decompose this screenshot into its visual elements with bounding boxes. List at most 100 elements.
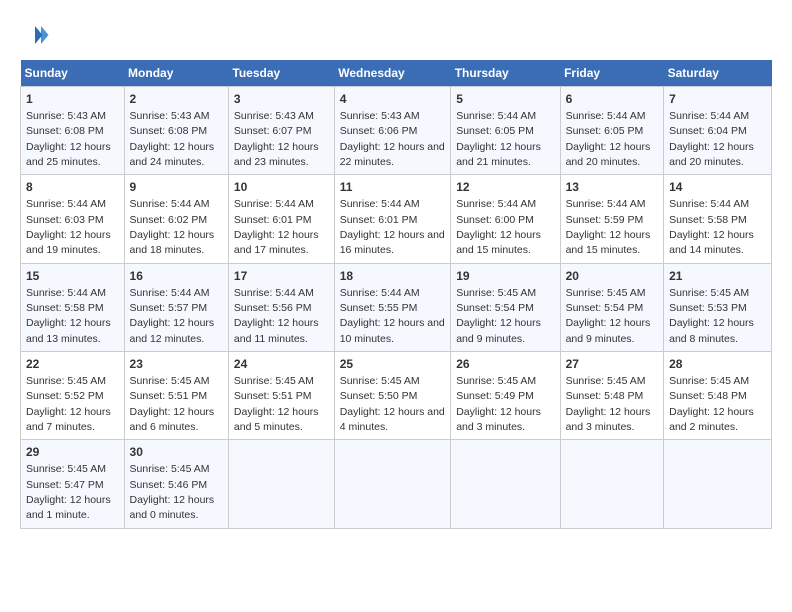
calendar-cell: 25Sunrise: 5:45 AMSunset: 5:50 PMDayligh…: [334, 352, 451, 440]
week-row-5: 29Sunrise: 5:45 AMSunset: 5:47 PMDayligh…: [21, 440, 772, 528]
calendar-cell: [560, 440, 664, 528]
cell-content: Sunrise: 5:45 AMSunset: 5:51 PMDaylight:…: [234, 375, 319, 433]
calendar-cell: 22 Sunrise: 5:45 AMSunset: 5:52 PMDayligh…: [21, 352, 125, 440]
column-header-saturday: Saturday: [664, 60, 772, 87]
calendar-cell: 27 Sunrise: 5:45 AMSunset: 5:48 PMDayligh…: [560, 352, 664, 440]
calendar-cell: 3Sunrise: 5:43 AMSunset: 6:07 PMDaylight…: [228, 87, 334, 175]
column-header-tuesday: Tuesday: [228, 60, 334, 87]
cell-content: Sunrise: 5:44 AMSunset: 6:04 PMDaylight:…: [669, 110, 754, 168]
logo-icon: [20, 20, 50, 50]
cell-content: Sunrise: 5:45 AMSunset: 5:52 PMDaylight:…: [26, 375, 111, 433]
logo: [20, 20, 54, 50]
day-number: 2: [130, 91, 223, 108]
cell-content: Sunrise: 5:44 AMSunset: 5:56 PMDaylight:…: [234, 287, 319, 345]
day-number: 1: [26, 91, 119, 108]
day-number: 19: [456, 268, 554, 285]
column-header-friday: Friday: [560, 60, 664, 87]
calendar-cell: 16 Sunrise: 5:44 AMSunset: 5:57 PMDayligh…: [124, 263, 228, 351]
day-number: 26: [456, 356, 554, 373]
cell-content: Sunrise: 5:45 AMSunset: 5:49 PMDaylight:…: [456, 375, 541, 433]
calendar-cell: 20 Sunrise: 5:45 AMSunset: 5:54 PMDayligh…: [560, 263, 664, 351]
calendar-table: SundayMondayTuesdayWednesdayThursdayFrid…: [20, 60, 772, 529]
cell-content: Sunrise: 5:44 AMSunset: 5:55 PMDaylight:…: [340, 287, 445, 345]
day-number: 21: [669, 268, 766, 285]
cell-content: Sunrise: 5:45 AMSunset: 5:54 PMDaylight:…: [456, 287, 541, 345]
day-number: 13: [566, 179, 659, 196]
calendar-cell: 13 Sunrise: 5:44 AMSunset: 5:59 PMDayligh…: [560, 175, 664, 263]
cell-content: Sunrise: 5:45 AMSunset: 5:50 PMDaylight:…: [340, 375, 445, 433]
day-number: 17: [234, 268, 329, 285]
day-number: 27: [566, 356, 659, 373]
day-number: 30: [130, 444, 223, 461]
day-number: 7: [669, 91, 766, 108]
cell-content: Sunrise: 5:43 AMSunset: 6:08 PMDaylight:…: [26, 110, 111, 168]
day-number: 3: [234, 91, 329, 108]
column-header-thursday: Thursday: [451, 60, 560, 87]
calendar-cell: 24 Sunrise: 5:45 AMSunset: 5:51 PMDayligh…: [228, 352, 334, 440]
calendar-cell: 19 Sunrise: 5:45 AMSunset: 5:54 PMDayligh…: [451, 263, 560, 351]
cell-content: Sunrise: 5:44 AMSunset: 6:02 PMDaylight:…: [130, 198, 215, 256]
cell-content: Sunrise: 5:43 AMSunset: 6:06 PMDaylight:…: [340, 110, 445, 168]
cell-content: Sunrise: 5:45 AMSunset: 5:54 PMDaylight:…: [566, 287, 651, 345]
calendar-cell: 26 Sunrise: 5:45 AMSunset: 5:49 PMDayligh…: [451, 352, 560, 440]
calendar-cell: 5 Sunrise: 5:44 AMSunset: 6:05 PMDaylight…: [451, 87, 560, 175]
cell-content: Sunrise: 5:44 AMSunset: 6:03 PMDaylight:…: [26, 198, 111, 256]
day-number: 6: [566, 91, 659, 108]
calendar-cell: 29Sunrise: 5:45 AMSunset: 5:47 PMDayligh…: [21, 440, 125, 528]
day-number: 5: [456, 91, 554, 108]
calendar-cell: [451, 440, 560, 528]
calendar-cell: 17 Sunrise: 5:44 AMSunset: 5:56 PMDayligh…: [228, 263, 334, 351]
calendar-cell: 11 Sunrise: 5:44 AMSunset: 6:01 PMDayligh…: [334, 175, 451, 263]
column-header-monday: Monday: [124, 60, 228, 87]
day-number: 14: [669, 179, 766, 196]
calendar-cell: 9 Sunrise: 5:44 AMSunset: 6:02 PMDaylight…: [124, 175, 228, 263]
calendar-cell: 4 Sunrise: 5:43 AMSunset: 6:06 PMDaylight…: [334, 87, 451, 175]
calendar-cell: 23 Sunrise: 5:45 AMSunset: 5:51 PMDayligh…: [124, 352, 228, 440]
cell-content: Sunrise: 5:44 AMSunset: 6:05 PMDaylight:…: [456, 110, 541, 168]
calendar-cell: 7 Sunrise: 5:44 AMSunset: 6:04 PMDaylight…: [664, 87, 772, 175]
day-number: 18: [340, 268, 446, 285]
page-header: [20, 20, 772, 50]
week-row-1: 1 Sunrise: 5:43 AMSunset: 6:08 PMDaylight…: [21, 87, 772, 175]
calendar-cell: [228, 440, 334, 528]
day-number: 20: [566, 268, 659, 285]
cell-content: Sunrise: 5:45 AMSunset: 5:51 PMDaylight:…: [130, 375, 215, 433]
calendar-cell: 28 Sunrise: 5:45 AMSunset: 5:48 PMDayligh…: [664, 352, 772, 440]
day-number: 11: [340, 179, 446, 196]
header-row: SundayMondayTuesdayWednesdayThursdayFrid…: [21, 60, 772, 87]
calendar-cell: 14Sunrise: 5:44 AMSunset: 5:58 PMDayligh…: [664, 175, 772, 263]
cell-content: Sunrise: 5:43 AMSunset: 6:08 PMDaylight:…: [130, 110, 215, 168]
cell-content: Sunrise: 5:45 AMSunset: 5:46 PMDaylight:…: [130, 463, 215, 521]
calendar-cell: 1 Sunrise: 5:43 AMSunset: 6:08 PMDaylight…: [21, 87, 125, 175]
cell-content: Sunrise: 5:44 AMSunset: 5:59 PMDaylight:…: [566, 198, 651, 256]
calendar-cell: 12Sunrise: 5:44 AMSunset: 6:00 PMDayligh…: [451, 175, 560, 263]
cell-content: Sunrise: 5:44 AMSunset: 5:57 PMDaylight:…: [130, 287, 215, 345]
calendar-cell: 8Sunrise: 5:44 AMSunset: 6:03 PMDaylight…: [21, 175, 125, 263]
day-number: 15: [26, 268, 119, 285]
day-number: 4: [340, 91, 446, 108]
day-number: 28: [669, 356, 766, 373]
cell-content: Sunrise: 5:44 AMSunset: 6:05 PMDaylight:…: [566, 110, 651, 168]
cell-content: Sunrise: 5:45 AMSunset: 5:48 PMDaylight:…: [669, 375, 754, 433]
cell-content: Sunrise: 5:45 AMSunset: 5:47 PMDaylight:…: [26, 463, 111, 521]
day-number: 24: [234, 356, 329, 373]
calendar-cell: 2 Sunrise: 5:43 AMSunset: 6:08 PMDaylight…: [124, 87, 228, 175]
cell-content: Sunrise: 5:44 AMSunset: 6:00 PMDaylight:…: [456, 198, 541, 256]
week-row-3: 15 Sunrise: 5:44 AMSunset: 5:58 PMDayligh…: [21, 263, 772, 351]
column-header-sunday: Sunday: [21, 60, 125, 87]
column-header-wednesday: Wednesday: [334, 60, 451, 87]
day-number: 23: [130, 356, 223, 373]
day-number: 10: [234, 179, 329, 196]
day-number: 16: [130, 268, 223, 285]
cell-content: Sunrise: 5:44 AMSunset: 6:01 PMDaylight:…: [340, 198, 445, 256]
cell-content: Sunrise: 5:44 AMSunset: 6:01 PMDaylight:…: [234, 198, 319, 256]
cell-content: Sunrise: 5:44 AMSunset: 5:58 PMDaylight:…: [26, 287, 111, 345]
day-number: 22: [26, 356, 119, 373]
cell-content: Sunrise: 5:45 AMSunset: 5:48 PMDaylight:…: [566, 375, 651, 433]
calendar-cell: [664, 440, 772, 528]
calendar-cell: 30 Sunrise: 5:45 AMSunset: 5:46 PMDayligh…: [124, 440, 228, 528]
calendar-cell: 6 Sunrise: 5:44 AMSunset: 6:05 PMDaylight…: [560, 87, 664, 175]
calendar-cell: 21 Sunrise: 5:45 AMSunset: 5:53 PMDayligh…: [664, 263, 772, 351]
cell-content: Sunrise: 5:45 AMSunset: 5:53 PMDaylight:…: [669, 287, 754, 345]
day-number: 9: [130, 179, 223, 196]
